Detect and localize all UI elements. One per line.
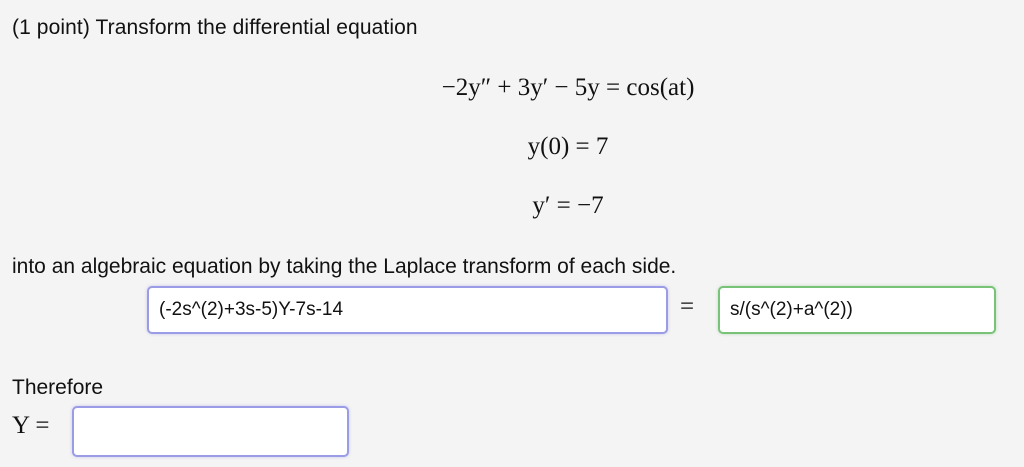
- y-answer-input[interactable]: [72, 406, 349, 457]
- problem-intro: (1 point) Transform the differential equ…: [12, 16, 418, 39]
- lhs-answer-input[interactable]: (-2s^(2)+3s-5)Y-7s-14: [147, 286, 668, 334]
- therefore-label: Therefore: [12, 376, 104, 399]
- y-equals-label: Y =: [12, 412, 50, 439]
- instruction-text: into an algebraic equation by taking the…: [12, 255, 677, 278]
- differential-equation: −2y″ + 3y′ − 5y = cos(at): [441, 74, 695, 101]
- equals-sign: =: [680, 293, 695, 320]
- initial-condition-yprime: y′ = −7: [532, 192, 604, 219]
- rhs-answer-input[interactable]: s/(s^(2)+a^(2)): [718, 286, 996, 334]
- initial-condition-y0: y(0) = 7: [527, 133, 609, 160]
